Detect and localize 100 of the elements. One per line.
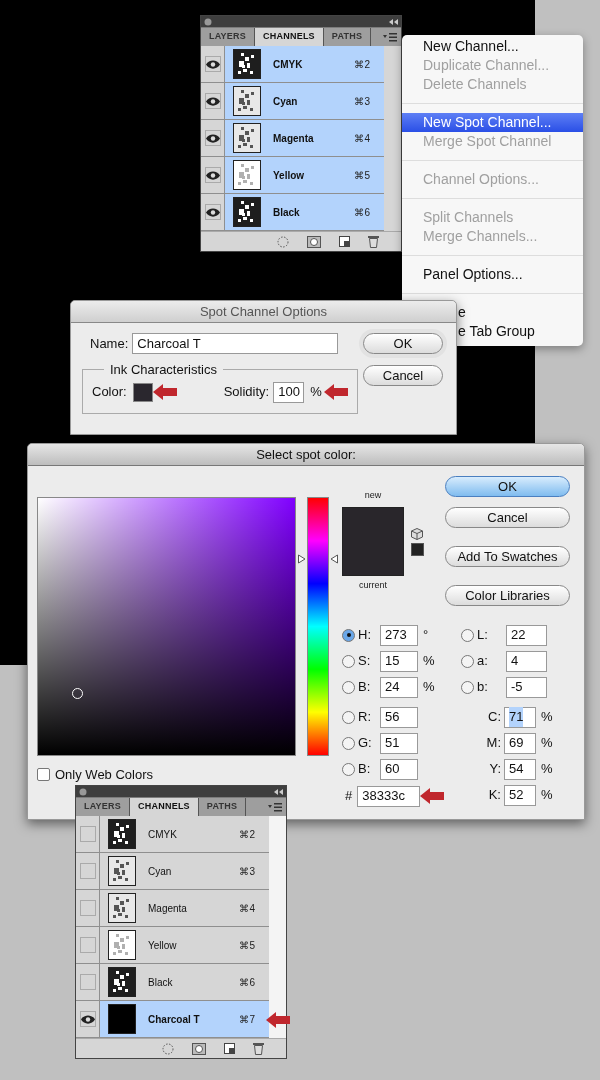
dialog-button[interactable]: Cancel	[445, 507, 570, 528]
radio-button[interactable]	[461, 628, 474, 642]
input-field[interactable]: 52	[504, 784, 536, 806]
channel-row[interactable]: CMYK ⌘2	[201, 46, 384, 83]
hue-slider-handle[interactable]	[298, 554, 338, 565]
group-label: Ink Characteristics	[109, 361, 218, 379]
mask-icon[interactable]	[307, 235, 321, 248]
channel-row[interactable]: Yellow ⌘5	[76, 927, 269, 964]
input-field[interactable]: 24	[380, 676, 418, 698]
color-swatch[interactable]	[132, 382, 153, 402]
input-field[interactable]: 15	[380, 650, 418, 672]
radio-button[interactable]	[342, 628, 355, 642]
shortcut-label: ⌘5	[354, 168, 370, 183]
web-color-swatch[interactable]	[411, 543, 424, 556]
dialog-button[interactable]: Color Libraries	[445, 585, 570, 606]
panel-tab[interactable]: CHANNELS	[255, 28, 324, 46]
channel-row[interactable]: Cyan ⌘3	[76, 853, 269, 890]
visibility-toggle[interactable]	[79, 826, 96, 842]
input-field[interactable]: 56	[380, 706, 418, 728]
visibility-toggle[interactable]	[204, 56, 221, 72]
channel-name: Black	[273, 205, 300, 220]
collapse-icon[interactable]	[389, 18, 398, 25]
input-field[interactable]: 100	[273, 381, 305, 403]
field-label: B:	[358, 678, 372, 697]
mask-icon[interactable]	[192, 1042, 206, 1055]
radio-button[interactable]	[461, 680, 474, 694]
input-field[interactable]: 69	[504, 732, 536, 754]
new-channel-icon[interactable]	[339, 236, 350, 247]
channel-name: Cyan	[273, 94, 298, 109]
shortcut-label: ⌘3	[239, 864, 255, 879]
dotted-circle-icon[interactable]	[277, 235, 289, 248]
unit-label: %	[541, 786, 553, 805]
input-field[interactable]: 60	[380, 758, 418, 780]
arrow-icon	[420, 788, 445, 804]
visibility-toggle[interactable]	[79, 974, 96, 990]
input-field[interactable]: 38333c	[357, 785, 421, 807]
field-label: Y:	[488, 760, 502, 779]
shortcut-label: ⌘4	[354, 131, 370, 146]
channel-row[interactable]: Black ⌘6	[76, 964, 269, 1001]
visibility-toggle[interactable]	[79, 1011, 96, 1027]
radio-button[interactable]	[342, 762, 355, 776]
radio-button[interactable]	[342, 654, 355, 668]
cube-icon[interactable]	[411, 528, 423, 540]
input-field[interactable]: Charcoal T	[132, 333, 339, 354]
visibility-toggle[interactable]	[79, 900, 96, 916]
channel-row[interactable]: Yellow ⌘5	[201, 157, 384, 194]
menu-icon[interactable]	[383, 32, 397, 42]
channel-row[interactable]: Magenta ⌘4	[76, 890, 269, 927]
checkbox[interactable]	[37, 768, 50, 782]
visibility-toggle[interactable]	[204, 93, 221, 109]
menu-icon[interactable]	[268, 802, 282, 812]
input-field[interactable]: -5	[506, 676, 547, 698]
channel-row[interactable]: CMYK ⌘2	[76, 816, 269, 853]
radio-button[interactable]	[342, 710, 355, 724]
current-label: current	[359, 578, 387, 592]
channel-thumbnail	[108, 819, 136, 849]
channel-thumbnail	[233, 160, 261, 190]
dotted-circle-icon[interactable]	[162, 1042, 174, 1055]
trash-icon[interactable]	[368, 235, 379, 248]
visibility-toggle[interactable]	[79, 863, 96, 879]
radio-button[interactable]	[342, 736, 355, 750]
close-icon[interactable]	[204, 17, 212, 26]
eye-icon	[205, 59, 220, 69]
dialog-button[interactable]: OK	[445, 476, 570, 497]
trash-icon[interactable]	[253, 1042, 264, 1055]
channel-row[interactable]: Charcoal T ⌘7	[76, 1001, 269, 1038]
eye-icon	[80, 1014, 95, 1024]
channel-thumbnail	[108, 930, 136, 960]
close-icon[interactable]	[79, 787, 87, 796]
visibility-toggle[interactable]	[204, 130, 221, 146]
radio-button[interactable]	[342, 680, 355, 694]
channel-thumbnail	[108, 967, 136, 997]
field-label: a:	[477, 652, 489, 671]
channel-row[interactable]: Cyan ⌘3	[201, 83, 384, 120]
dialog-button[interactable]: Add To Swatches	[445, 546, 570, 567]
menu-item[interactable]: New Spot Channel...	[402, 113, 583, 132]
input-field[interactable]: 51	[380, 732, 418, 754]
channel-thumbnail	[233, 123, 261, 153]
menu-item[interactable]: New Channel...	[402, 37, 583, 56]
new-channel-icon[interactable]	[224, 1043, 235, 1054]
input-field[interactable]: 22	[506, 624, 547, 646]
visibility-toggle[interactable]	[204, 167, 221, 183]
visibility-toggle[interactable]	[204, 204, 221, 220]
menu-item[interactable]: Panel Options...	[402, 265, 583, 284]
unit-label: %	[423, 652, 435, 671]
input-field[interactable]: 273	[380, 624, 418, 646]
channel-row[interactable]: Magenta ⌘4	[201, 120, 384, 157]
field-label: B:	[358, 760, 372, 779]
input-field[interactable]: 4	[506, 650, 547, 672]
input-field[interactable]: 71	[504, 706, 536, 728]
radio-button[interactable]	[461, 654, 474, 668]
input-field[interactable]: 54	[504, 758, 536, 780]
collapse-icon[interactable]	[274, 788, 283, 795]
hue-slider[interactable]	[298, 497, 338, 756]
channel-row[interactable]: Black ⌘6	[201, 194, 384, 231]
color-field[interactable]	[37, 497, 296, 756]
arrow-icon	[266, 1012, 290, 1028]
dialog-button[interactable]: Cancel	[363, 365, 443, 386]
visibility-toggle[interactable]	[79, 937, 96, 953]
panel-tab[interactable]: CHANNELS	[130, 798, 199, 816]
